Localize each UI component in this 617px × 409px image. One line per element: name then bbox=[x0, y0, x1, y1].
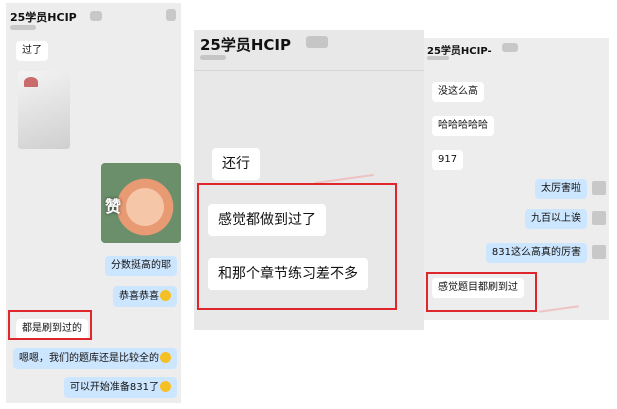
message-text: 恭喜恭喜 bbox=[119, 291, 159, 302]
blurred-subtitle bbox=[427, 56, 449, 60]
blurred-subtitle bbox=[200, 55, 226, 60]
sticker-image[interactable]: 赞 bbox=[101, 163, 181, 243]
message-bubble: 分数挺高的耶 bbox=[105, 256, 177, 276]
message-bubble: 过了 bbox=[16, 41, 48, 61]
message-bubble: 嗯嗯，我们的题库还是比较全的 bbox=[13, 348, 177, 369]
more-icon[interactable] bbox=[166, 9, 176, 21]
highlight-box bbox=[8, 310, 92, 340]
chat-title: 25学员HCIP bbox=[10, 11, 77, 24]
message-bubble: 太厉害啦 bbox=[535, 179, 587, 199]
blurred-name bbox=[306, 36, 328, 48]
avatar[interactable] bbox=[592, 211, 606, 225]
message-bubble: 没这么高 bbox=[432, 82, 484, 102]
huawei-logo-icon bbox=[24, 77, 38, 87]
header-divider bbox=[194, 70, 424, 71]
message-bubble: 还行 bbox=[212, 148, 260, 180]
highlight-box bbox=[426, 272, 537, 312]
message-bubble: 831这么高真的厉害 bbox=[485, 243, 587, 263]
message-bubble: 恭喜恭喜 bbox=[113, 286, 177, 307]
highlight-box bbox=[197, 183, 397, 310]
message-bubble: 917 bbox=[432, 150, 464, 170]
chat-panel-1: 25学员HCIP 过了 赞 分数挺高的耶 恭喜恭喜 都是刷到过的 嗯嗯，我们的题… bbox=[6, 3, 181, 403]
message-text: 嗯嗯，我们的题库还是比较全的 bbox=[19, 353, 159, 364]
chat-title: 25学员HCIP- bbox=[427, 46, 492, 57]
message-bubble: 九百以上诶 bbox=[525, 209, 587, 229]
message-bubble: 可以开始准备831了 bbox=[63, 377, 177, 398]
blurred-name bbox=[502, 43, 518, 52]
sticker-text: 赞 bbox=[105, 197, 122, 216]
laugh-emoji-icon bbox=[160, 352, 171, 363]
avatar[interactable] bbox=[592, 181, 606, 195]
image-message[interactable] bbox=[18, 71, 70, 149]
message-bubble: 哈哈哈哈哈 bbox=[432, 116, 494, 136]
chat-title: 25学员HCIP bbox=[200, 36, 292, 54]
message-text: 可以开始准备831了 bbox=[69, 382, 159, 393]
avatar[interactable] bbox=[592, 245, 606, 259]
blurred-subtitle bbox=[10, 25, 36, 30]
blurred-name bbox=[90, 11, 102, 21]
decorative-line bbox=[539, 305, 579, 313]
laugh-emoji-icon bbox=[160, 290, 171, 301]
smile-emoji-icon bbox=[160, 381, 171, 392]
